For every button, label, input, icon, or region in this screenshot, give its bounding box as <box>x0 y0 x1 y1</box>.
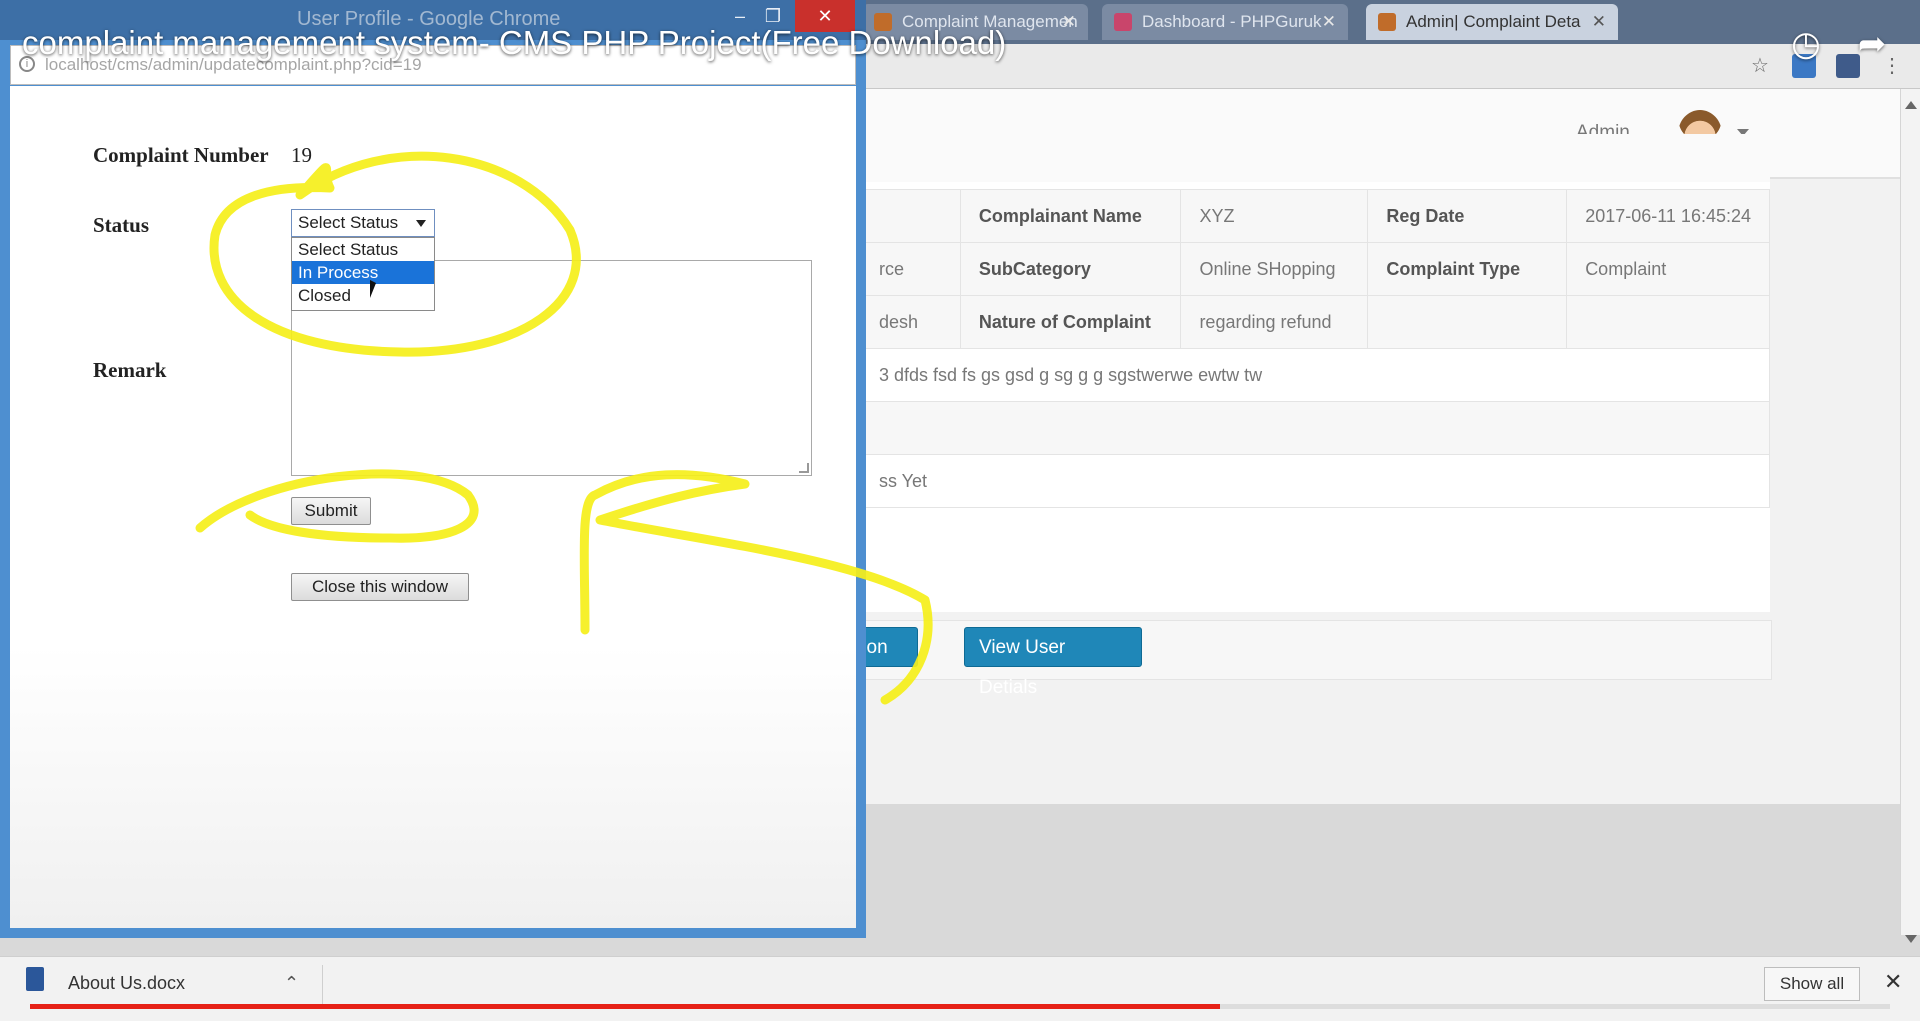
close-icon[interactable]: ✕ <box>1322 4 1336 40</box>
clock-icon[interactable]: ◷ <box>1786 24 1826 64</box>
table-cell: SubCategory <box>959 242 1182 296</box>
table-cell: rce <box>860 242 961 296</box>
divider <box>322 965 323 1009</box>
table-cell: Complainant Name <box>959 189 1182 243</box>
scroll-up-icon[interactable] <box>1905 101 1917 109</box>
download-item[interactable]: About Us.docx ⌃ <box>22 965 322 1005</box>
status-select[interactable]: Select Status <box>291 209 435 237</box>
status-select-value: Select Status <box>298 213 399 232</box>
word-document-icon <box>26 967 44 991</box>
close-icon[interactable]: ✕ <box>1062 4 1076 40</box>
table-row: rce SubCategory Online SHopping Complain… <box>860 242 1770 296</box>
close-window-button[interactable]: Close this window <box>291 573 469 601</box>
tab-dashboard[interactable]: Dashboard - PHPGuruk ✕ <box>1102 4 1348 40</box>
page-scrollbar[interactable] <box>1900 89 1920 943</box>
table-cell: 3 dfds fsd fs gs gsd g sg g g sgstwerwe … <box>860 348 1770 402</box>
table-row: 3 dfds fsd fs gs gsd g sg g g sgstwerwe … <box>860 348 1770 402</box>
table-cell <box>860 189 961 243</box>
download-file-name[interactable]: About Us.docx <box>68 973 185 994</box>
table-cell: ss Yet <box>860 454 1770 508</box>
table-cell: XYZ <box>1180 189 1369 243</box>
scroll-down-icon[interactable] <box>1905 935 1917 943</box>
table-row <box>860 401 1770 455</box>
tab-label: Admin| Complaint Deta <box>1406 12 1581 31</box>
chevron-up-icon[interactable]: ⌃ <box>284 973 299 994</box>
status-option[interactable]: Select Status <box>292 238 434 261</box>
close-icon[interactable]: ✕ <box>1884 969 1902 995</box>
table-cell: Complaint Type <box>1367 242 1568 296</box>
table-cell: Nature of Complaint <box>959 295 1182 349</box>
table-cell: Complaint <box>1566 242 1770 296</box>
table-cell <box>860 401 1770 455</box>
tab-label: Dashboard - PHPGuruk <box>1142 12 1322 31</box>
resize-handle-icon[interactable] <box>799 463 809 473</box>
video-progress-fill <box>30 1004 1221 1009</box>
downloads-bar: About Us.docx ⌃ Show all ✕ <box>0 956 1920 1021</box>
close-icon[interactable]: ✕ <box>1592 4 1606 40</box>
complaint-details-panel: Complainant Name XYZ Reg Date 2017-06-11… <box>860 134 1770 612</box>
tab-favicon-icon <box>1114 13 1132 31</box>
share-icon[interactable]: ➦ <box>1852 24 1892 64</box>
mouse-cursor-icon <box>370 280 376 298</box>
table-row: Complainant Name XYZ Reg Date 2017-06-11… <box>860 189 1770 243</box>
video-title: complaint management system- CMS PHP Pro… <box>22 24 1007 61</box>
table-cell <box>1367 295 1568 349</box>
view-user-details-button[interactable]: View User Detials <box>964 627 1142 698</box>
table-cell: desh <box>860 295 961 349</box>
status-label: Status <box>93 213 150 237</box>
panel-title-bar <box>860 134 1770 182</box>
status-options-list: Select Status In Process Closed <box>291 237 435 311</box>
status-option-highlighted[interactable]: In Process <box>292 261 434 284</box>
table-row: desh Nature of Complaint regarding refun… <box>860 295 1770 349</box>
tab-admin-complaint-details[interactable]: Admin| Complaint Deta ✕ <box>1366 4 1618 40</box>
remark-label: Remark <box>93 358 167 382</box>
table-cell: Reg Date <box>1367 189 1568 243</box>
table-cell: regarding refund <box>1180 295 1369 349</box>
complaint-number-label: Complaint Number <box>93 143 269 167</box>
table-row: ss Yet <box>860 454 1770 508</box>
video-progress-bar[interactable] <box>30 1004 1890 1009</box>
tab-favicon-icon <box>1378 13 1396 31</box>
bookmark-star-icon[interactable]: ☆ <box>1748 54 1772 78</box>
dropdown-arrow-icon[interactable] <box>416 220 426 227</box>
complaint-details-table: Complainant Name XYZ Reg Date 2017-06-11… <box>860 189 1770 508</box>
status-option[interactable]: Closed <box>292 284 434 307</box>
table-cell: 2017-06-11 16:45:24 <box>1566 189 1770 243</box>
complaint-number-value: 19 <box>291 143 312 167</box>
submit-button[interactable]: Submit <box>291 497 371 525</box>
table-cell: Online SHopping <box>1180 242 1369 296</box>
table-cell <box>1566 295 1770 349</box>
show-all-button[interactable]: Show all <box>1764 967 1860 1001</box>
